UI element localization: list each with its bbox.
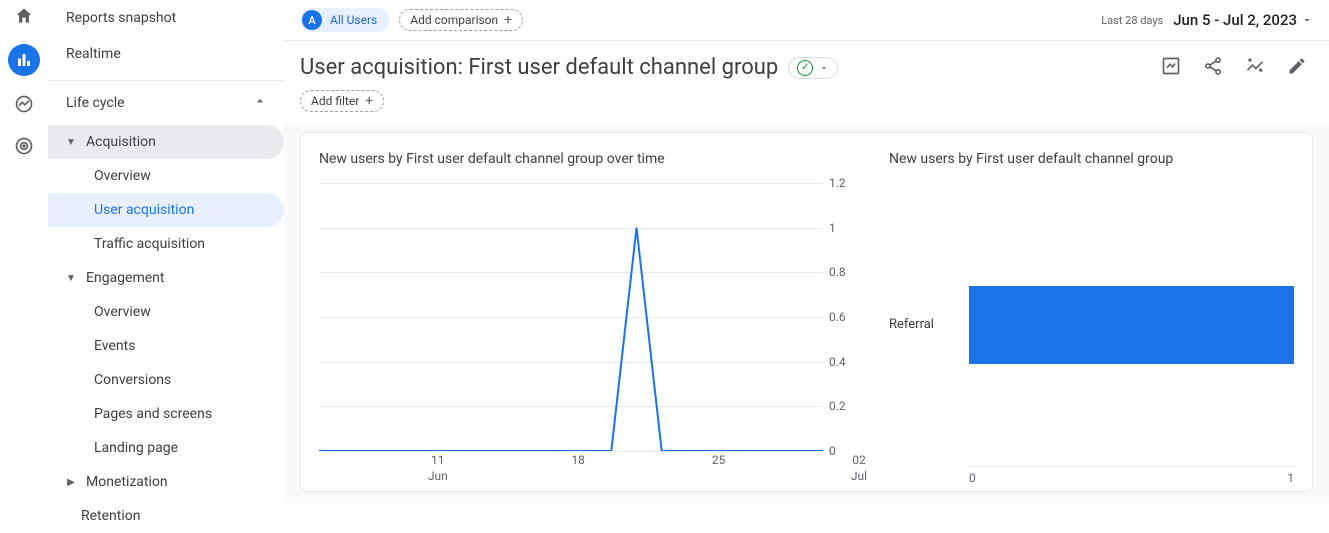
nav-retention[interactable]: Retention (48, 499, 284, 533)
nav-item-overview[interactable]: Overview (48, 159, 284, 193)
y-tick: 0.6 (829, 310, 846, 324)
check-circle-icon: ✓ (797, 60, 813, 76)
content-area: New users by First user default channel … (284, 124, 1329, 503)
x-tick: 11Jun (428, 453, 448, 484)
line-chart-x-axis: 11Jun182502Jul (319, 453, 859, 485)
title-row: User acquisition: First user default cha… (284, 41, 1329, 86)
nav-group-monetization[interactable]: ▶ Monetization (48, 465, 284, 499)
chevron-up-icon (252, 93, 268, 113)
nav-group-label: Monetization (86, 474, 168, 490)
bar-chart-plot[interactable] (969, 183, 1294, 466)
add-filter-label: Add filter (311, 94, 359, 108)
caret-down-icon (819, 63, 829, 73)
date-range-picker[interactable]: Jun 5 - Jul 2, 2023 (1173, 11, 1313, 29)
y-tick: 0.2 (829, 399, 846, 413)
plus-icon: + (365, 94, 373, 108)
page-title: User acquisition: First user default cha… (300, 55, 778, 80)
date-range-label: Last 28 days (1101, 14, 1163, 27)
share-icon[interactable] (1203, 56, 1223, 80)
caret-down-icon (1301, 14, 1313, 26)
action-icons (1161, 56, 1313, 80)
y-tick: 1 (829, 221, 836, 235)
nav-item-pages-and-screens[interactable]: Pages and screens (48, 397, 284, 431)
nav-item-user-acquisition[interactable]: User acquisition (48, 193, 284, 227)
nav-reports-snapshot[interactable]: Reports snapshot (48, 0, 284, 36)
nav-group-engagement[interactable]: ▼ Engagement (48, 261, 284, 295)
nav-item-traffic-acquisition[interactable]: Traffic acquisition (48, 227, 284, 261)
nav-section-label: Life cycle (66, 95, 125, 111)
nav-group-label: Engagement (86, 270, 164, 286)
y-tick: 0.8 (829, 265, 846, 279)
x-tick: 0 (969, 471, 976, 485)
bar-chart-card: New users by First user default channel … (869, 151, 1304, 485)
nav-realtime[interactable]: Realtime (48, 36, 284, 72)
advertising-icon[interactable] (10, 132, 38, 160)
customize-icon[interactable] (1161, 56, 1181, 80)
line-chart-title: New users by First user default channel … (319, 151, 859, 167)
triangle-down-icon: ▼ (66, 137, 76, 148)
bar-category-label: Referral (889, 317, 969, 332)
line-chart-plot[interactable] (319, 183, 823, 451)
add-filter-button[interactable]: Add filter + (300, 90, 384, 112)
icon-rail (0, 0, 48, 503)
all-users-badge: A (302, 10, 322, 30)
all-users-chip[interactable]: A All Users (300, 8, 389, 32)
insights-icon[interactable] (1245, 56, 1265, 80)
nav-item-conversions[interactable]: Conversions (48, 363, 284, 397)
triangle-down-icon: ▼ (66, 273, 76, 284)
plus-icon: + (504, 13, 512, 27)
triangle-right-icon: ▶ (66, 477, 76, 488)
add-comparison-label: Add comparison (410, 13, 498, 27)
explore-icon[interactable] (10, 90, 38, 118)
chart-card: New users by First user default channel … (300, 132, 1313, 492)
reports-icon[interactable] (8, 44, 40, 76)
x-tick: 25 (712, 453, 726, 469)
nav-group-label: Acquisition (86, 134, 156, 150)
nav-section-lifecycle[interactable]: Life cycle (48, 80, 284, 125)
all-users-label: All Users (330, 13, 377, 27)
line-chart-y-axis: 00.20.40.60.811.2 (823, 183, 859, 451)
nav-item-events[interactable]: Events (48, 329, 284, 363)
header-row: A All Users Add comparison + Last 28 day… (284, 0, 1329, 41)
nav-item-landing-page[interactable]: Landing page (48, 431, 284, 465)
main: A All Users Add comparison + Last 28 day… (284, 0, 1329, 503)
bar-rect (969, 286, 1294, 364)
line-chart-card: New users by First user default channel … (309, 151, 869, 485)
x-tick: 18 (571, 453, 585, 469)
edit-icon[interactable] (1287, 56, 1307, 80)
y-tick: 1.2 (829, 176, 846, 190)
nav-item-overview[interactable]: Overview (48, 295, 284, 329)
nav-panel: Reports snapshot Realtime Life cycle ▼ Ac… (48, 0, 284, 503)
status-chip[interactable]: ✓ (788, 57, 838, 79)
bar-chart-title: New users by First user default channel … (889, 151, 1294, 167)
x-tick: 1 (1287, 471, 1294, 485)
add-comparison-button[interactable]: Add comparison + (399, 9, 523, 31)
y-tick: 0.4 (829, 355, 846, 369)
home-icon[interactable] (10, 2, 38, 30)
x-tick: 02Jul (851, 453, 867, 484)
nav-group-acquisition[interactable]: ▼ Acquisition (48, 125, 284, 159)
bar-chart-x-axis: 01 (969, 466, 1294, 485)
